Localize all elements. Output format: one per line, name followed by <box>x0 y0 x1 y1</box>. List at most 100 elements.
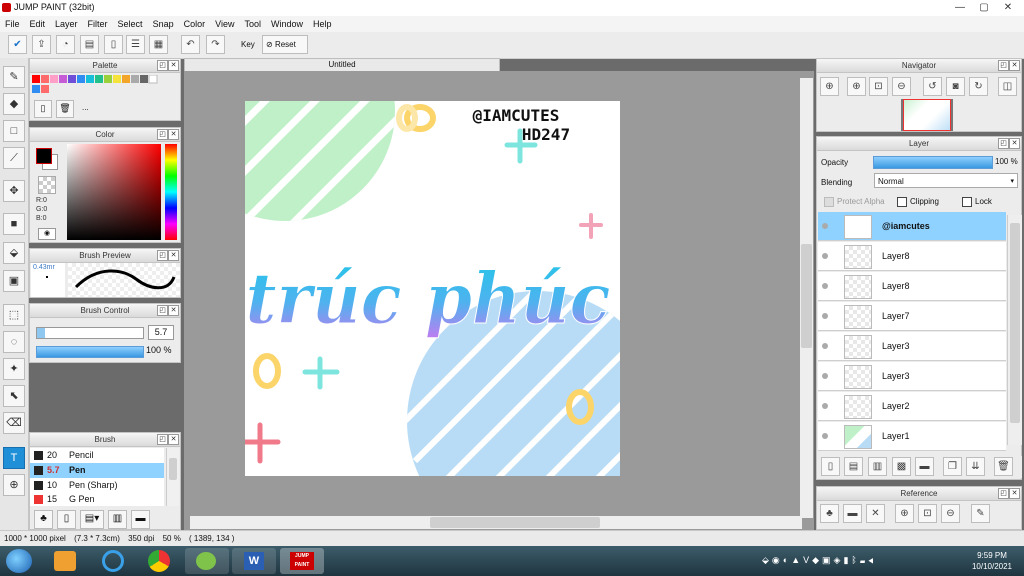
eraser-tool-icon[interactable]: ◆ <box>3 93 25 115</box>
visibility-icon[interactable] <box>822 343 828 349</box>
document-icon[interactable]: ▯ <box>104 35 123 54</box>
panel-close-icon[interactable]: ✕ <box>168 434 179 445</box>
fill-rect-tool-icon[interactable]: ■ <box>3 213 25 235</box>
visibility-icon[interactable] <box>822 253 828 259</box>
protect-alpha-checkbox[interactable] <box>824 197 834 207</box>
float-icon[interactable]: ◰ <box>157 129 168 140</box>
panel-close-icon[interactable]: ✕ <box>168 60 179 71</box>
new-swatch-icon[interactable]: ▯ <box>34 100 52 118</box>
palette-more-button[interactable]: ... <box>82 103 89 112</box>
menu-edit[interactable]: Edit <box>25 16 51 32</box>
reset-button[interactable]: ⊘ Reset <box>262 35 308 54</box>
layer-row-layer3a[interactable]: Layer3 <box>818 332 1006 361</box>
reference-pick-icon[interactable]: ♣ <box>820 504 839 523</box>
hue-slider[interactable] <box>165 144 177 240</box>
internet-explorer-icon[interactable] <box>102 550 124 572</box>
reference-zoom-out-icon[interactable]: ⊖ <box>941 504 960 523</box>
menu-snap[interactable]: Snap <box>148 16 179 32</box>
panel-close-icon[interactable]: ✕ <box>168 129 179 140</box>
horizontal-scroll-thumb[interactable] <box>430 517 600 528</box>
float-icon[interactable]: ◰ <box>157 250 168 261</box>
gradient-tool-icon[interactable]: ▣ <box>3 270 25 292</box>
brush-settings-icon[interactable]: ▥ <box>108 510 127 529</box>
visibility-icon[interactable] <box>822 283 828 289</box>
media-player-icon[interactable] <box>54 551 76 571</box>
move-tool-icon[interactable]: ✥ <box>3 180 25 202</box>
layer-list-scrollbar[interactable] <box>1007 215 1022 445</box>
export-icon[interactable]: ⇪ <box>32 35 51 54</box>
float-icon[interactable]: ◰ <box>998 488 1009 499</box>
color-field[interactable] <box>67 144 161 240</box>
layer-row-layer8b[interactable]: Layer8 <box>818 272 1006 301</box>
fit-icon[interactable]: ⊡ <box>869 77 888 96</box>
undo-icon[interactable]: ↶ <box>181 35 200 54</box>
navigator-preview[interactable] <box>901 99 953 131</box>
chrome-icon[interactable] <box>148 550 170 572</box>
brush-tool-icon[interactable]: ✎ <box>3 66 25 88</box>
check-icon[interactable]: ✔ <box>8 35 27 54</box>
select-pen-icon[interactable]: ⬉ <box>3 385 25 407</box>
vertical-scrollbar[interactable] <box>800 78 813 518</box>
lasso-tool-icon[interactable]: ◌ <box>3 331 25 353</box>
menu-view[interactable]: View <box>210 16 239 32</box>
speech-bubble-icon[interactable]: ◔ <box>56 35 75 54</box>
visibility-icon[interactable] <box>822 313 828 319</box>
rectangle-tool-icon[interactable]: □ <box>3 120 25 142</box>
zoom-out-icon[interactable]: ⊖ <box>892 77 911 96</box>
blending-select[interactable]: Normal ▾ <box>874 173 1018 188</box>
reference-fit-icon[interactable]: ⊡ <box>918 504 937 523</box>
select-eraser-icon[interactable]: ⌫ <box>3 412 25 434</box>
duplicate-icon[interactable]: ❐ <box>943 457 962 476</box>
brush-item-pencil[interactable]: 20 Pencil <box>30 448 164 464</box>
comment-icon[interactable]: ▤ <box>80 35 99 54</box>
clipping-checkbox[interactable] <box>897 197 907 207</box>
menu-tool[interactable]: Tool <box>239 16 266 32</box>
text-tool-icon[interactable]: T <box>3 447 25 469</box>
list-icon[interactable]: ☰ <box>126 35 145 54</box>
float-icon[interactable]: ◰ <box>157 60 168 71</box>
reference-open-icon[interactable]: ▬ <box>843 504 862 523</box>
reset-rotation-icon[interactable]: ◙ <box>946 77 965 96</box>
visibility-icon[interactable] <box>822 433 828 439</box>
menu-filter[interactable]: Filter <box>83 16 113 32</box>
system-tray-icons[interactable]: ⬙◉◐▲V◆▣◈▮ᛒ▰◀ <box>762 555 942 567</box>
magic-wand-icon[interactable]: ✦ <box>3 358 25 380</box>
menu-file[interactable]: File <box>0 16 25 32</box>
layer-row-layer3b[interactable]: Layer3 <box>818 362 1006 391</box>
layer-scroll-thumb[interactable] <box>1010 223 1020 423</box>
float-icon[interactable]: ◰ <box>998 138 1009 149</box>
transparent-color-swatch[interactable] <box>38 176 56 194</box>
layer-row-layer7[interactable]: Layer7 <box>818 302 1006 331</box>
merge-icon[interactable]: ⇊ <box>966 457 985 476</box>
menu-color[interactable]: Color <box>179 16 211 32</box>
brush-item-pen[interactable]: 5.7 Pen <box>30 463 164 479</box>
bucket-tool-icon[interactable]: ⬙ <box>3 242 25 264</box>
layer-opacity-slider[interactable] <box>873 156 993 169</box>
reference-zoom-in-icon[interactable]: ⊕ <box>895 504 914 523</box>
menu-window[interactable]: Window <box>266 16 308 32</box>
new-layer-icon[interactable]: ▯ <box>821 457 840 476</box>
taskbar-app-jumppaint[interactable]: JUMP PAINT <box>280 548 324 574</box>
panel-close-icon[interactable]: ✕ <box>168 250 179 261</box>
layer-row-layer8a[interactable]: Layer8 <box>818 242 1006 271</box>
zoom-in-icon[interactable]: ⊕ <box>820 77 839 96</box>
taskbar-app-word[interactable]: W <box>232 548 276 574</box>
panel-close-icon[interactable]: ✕ <box>1009 138 1020 149</box>
float-icon[interactable]: ◰ <box>157 305 168 316</box>
reference-eyedropper-icon[interactable]: ✎ <box>971 504 990 523</box>
brush-folder-icon[interactable]: ▬ <box>131 510 150 529</box>
minimize-button[interactable]: — <box>948 0 972 16</box>
flip-icon[interactable]: ◫ <box>998 77 1017 96</box>
visibility-icon[interactable] <box>822 403 828 409</box>
new-vector-icon[interactable]: ▥ <box>868 457 887 476</box>
brush-size-field[interactable]: 5.7 <box>148 325 174 340</box>
rotate-right-icon[interactable]: ↻ <box>969 77 988 96</box>
maximize-button[interactable]: ▢ <box>972 0 996 16</box>
brush-opacity-slider[interactable] <box>36 346 144 358</box>
folder-icon[interactable]: ▬ <box>915 457 934 476</box>
visibility-icon[interactable] <box>822 223 828 229</box>
primary-color-swatch[interactable] <box>36 148 52 164</box>
vertical-scroll-thumb[interactable] <box>801 244 812 348</box>
float-icon[interactable]: ◰ <box>157 434 168 445</box>
brush-new-icon[interactable]: ▯ <box>57 510 76 529</box>
